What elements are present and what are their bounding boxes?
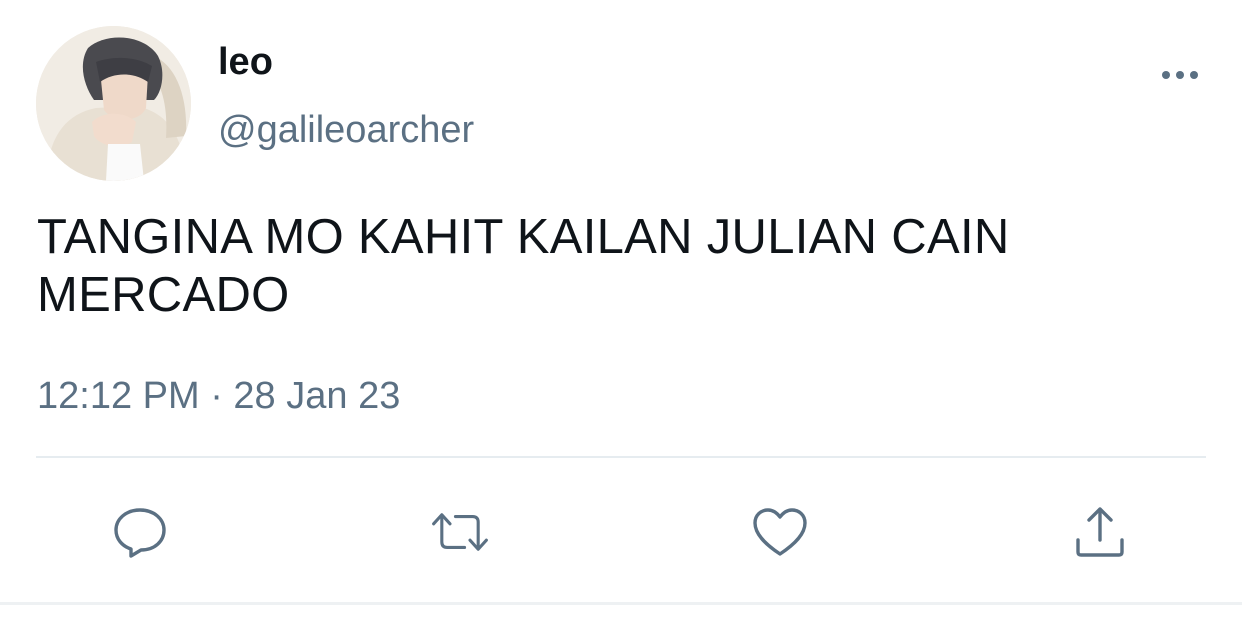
avatar-image: [36, 26, 191, 181]
like-button[interactable]: [750, 502, 810, 562]
bottom-divider: [0, 602, 1242, 605]
tweet-card: leo @galileoarcher TANGINA MO KAHIT KAIL…: [0, 0, 1242, 621]
avatar[interactable]: [36, 26, 191, 181]
share-button[interactable]: [1070, 502, 1130, 562]
more-icon: [1162, 71, 1198, 79]
more-options-button[interactable]: [1156, 58, 1204, 92]
tweet-timestamp[interactable]: 12:12 PM · 28 Jan 23: [37, 372, 400, 420]
tweet-text: TANGINA MO KAHIT KAILAN JULIAN CAIN MERC…: [37, 210, 1010, 322]
retweet-icon: [432, 513, 488, 551]
reply-icon: [114, 508, 166, 558]
user-handle[interactable]: @galileoarcher: [218, 108, 474, 152]
display-name[interactable]: leo: [218, 40, 273, 84]
reply-button[interactable]: [110, 502, 170, 562]
heart-icon: [753, 508, 807, 556]
share-icon: [1076, 507, 1124, 557]
divider: [36, 456, 1206, 458]
retweet-button[interactable]: [430, 502, 490, 562]
